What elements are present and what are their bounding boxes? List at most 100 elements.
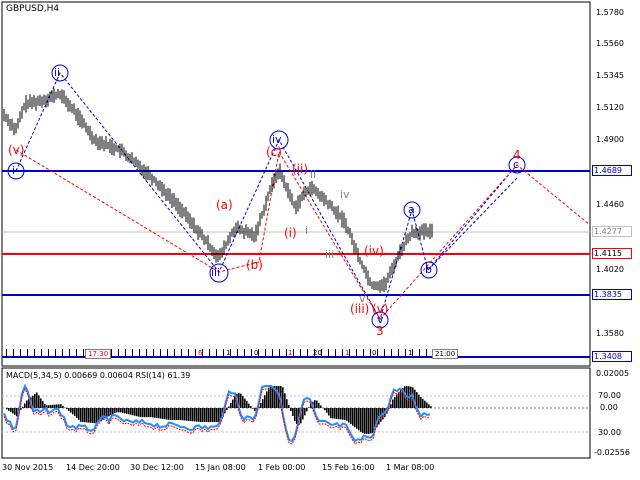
macd-bar — [148, 408, 150, 418]
timeline-tick — [405, 349, 406, 358]
timeline-tick — [55, 349, 56, 358]
price-badge-level-3: 1.3835 — [592, 289, 632, 300]
macd-bar — [146, 408, 148, 418]
wave-label-red-c: (c) — [266, 145, 282, 159]
macd-bar — [240, 393, 242, 408]
macd-bar — [26, 400, 28, 408]
timeline-tick — [265, 349, 266, 358]
timeline-tick — [398, 349, 399, 358]
macd-bar — [66, 408, 68, 410]
macd-bar — [228, 406, 230, 408]
timeline-tick — [118, 349, 119, 358]
timeline-tick — [160, 349, 161, 358]
timeline-tick — [426, 349, 427, 358]
macd-bar — [92, 408, 94, 424]
macd-bar — [392, 399, 394, 408]
macd-bar — [250, 406, 252, 408]
macd-bar — [422, 398, 424, 408]
macd-bar — [42, 401, 44, 408]
macd-bar — [78, 408, 80, 420]
macd-bar — [56, 404, 58, 408]
timeline-tick — [342, 349, 343, 358]
timeline-tick — [34, 349, 35, 358]
timeline-row — [6, 349, 427, 358]
wave-label-blue-a: a — [408, 203, 415, 216]
wave-label-red-b: (b) — [246, 258, 263, 272]
macd-bar — [160, 408, 162, 419]
timeline-tick — [83, 349, 84, 358]
macd-bar — [24, 403, 26, 408]
macd-bar — [68, 408, 70, 411]
macd-bar — [308, 407, 310, 408]
indicator-label: MACD(5,34,5) 0.00669 0.00604 RSI(14) 61.… — [6, 371, 191, 380]
wave-label-blue-i: i — [12, 164, 16, 177]
wave-label-gray-v: v — [359, 292, 366, 305]
macd-bar — [122, 408, 124, 413]
price-candles — [3, 88, 433, 293]
macd-bar — [134, 408, 136, 416]
macd-bar — [204, 408, 206, 423]
price-tick: 1.4460 — [596, 200, 624, 209]
macd-bar — [164, 408, 166, 420]
price-tick: 1.5345 — [596, 71, 624, 80]
macd-bar — [184, 408, 186, 421]
macd-bar — [120, 408, 122, 413]
macd-bar — [162, 408, 164, 419]
wave-label-red-iv: (iv) — [364, 244, 384, 258]
macd-bar — [362, 408, 364, 434]
macd-bar — [232, 399, 234, 408]
macd-bar — [212, 408, 214, 423]
macd-bar — [108, 408, 110, 417]
timeline-tick — [216, 349, 217, 358]
timeline-tick — [62, 349, 63, 358]
macd-bar — [194, 408, 196, 422]
macd-bar — [252, 408, 254, 409]
price-tick: 1.5560 — [596, 39, 624, 48]
macd-bar — [182, 408, 184, 421]
macd-bar — [342, 408, 344, 420]
wave-label-red-a: (a) — [216, 198, 233, 212]
macd-bar — [76, 408, 78, 418]
macd-bar — [196, 408, 198, 422]
timeline-tick — [300, 349, 301, 358]
price-tick: 1.4900 — [596, 135, 624, 144]
macd-bar — [328, 408, 330, 416]
macd-bar — [368, 408, 370, 434]
timeline-marker: 0 — [254, 349, 259, 357]
macd-bar — [294, 408, 296, 421]
macd-bar — [114, 408, 116, 413]
macd-bar — [14, 408, 16, 415]
macd-bar — [284, 393, 286, 408]
timeline-tick — [195, 349, 196, 358]
timeline-tick — [286, 349, 287, 358]
macd-bar — [210, 408, 212, 423]
wave-label-gray-iii: iii — [325, 248, 335, 261]
timeline-marker: 1 — [345, 349, 350, 357]
macd-bar — [354, 408, 356, 428]
timeline-tick — [48, 349, 49, 358]
macd-bar — [244, 398, 246, 408]
wave-label-gray-ii: ii — [310, 168, 317, 181]
indicator-tick: 70.00 — [598, 391, 621, 400]
macd-bar — [84, 408, 86, 423]
timeline-tick — [251, 349, 252, 358]
macd-bar — [186, 408, 188, 421]
macd-bar — [324, 408, 326, 411]
price-tick: 1.3580 — [596, 329, 624, 338]
macd-bar — [372, 408, 374, 433]
indicator-tick: 0.00 — [600, 403, 618, 412]
macd-bar — [150, 408, 152, 418]
macd-bar — [172, 408, 174, 421]
timeline-tick — [237, 349, 238, 358]
macd-bar — [118, 408, 120, 413]
price-badge-level-1: 1.4689 — [592, 165, 632, 176]
timeline-tick — [188, 349, 189, 358]
macd-bar — [336, 408, 338, 419]
macd-bar — [246, 401, 248, 408]
wave-label-red-ii: (ii) — [292, 162, 309, 176]
macd-bar — [242, 396, 244, 408]
date-tick: 15 Jan 08:00 — [195, 463, 246, 472]
macd-bar — [264, 395, 266, 408]
timeline-tick — [391, 349, 392, 358]
macd-bar — [86, 408, 88, 423]
